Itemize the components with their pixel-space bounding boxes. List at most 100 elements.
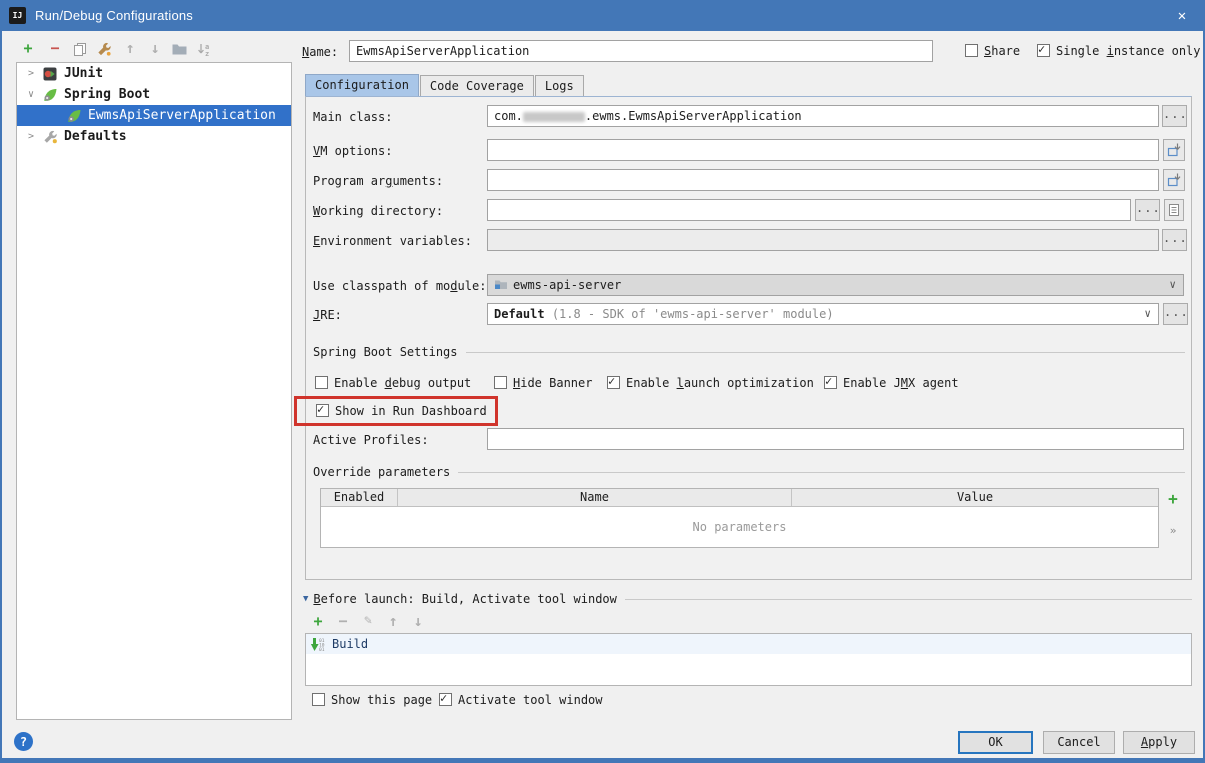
module-icon xyxy=(494,278,508,291)
add-configuration-button[interactable]: + xyxy=(18,40,38,58)
check-icon: ✓ xyxy=(317,402,324,416)
jre-browse-button[interactable]: ... xyxy=(1163,303,1188,325)
build-icon: 011001 xyxy=(310,637,327,652)
tab-code-coverage[interactable]: Code Coverage xyxy=(420,75,534,97)
run-debug-configurations-dialog: IJ Run/Debug Configurations ✕ + − ↑ ↓ az… xyxy=(0,0,1205,763)
checkbox-box[interactable]: ✓ xyxy=(439,693,452,706)
add-parameter-button[interactable]: + xyxy=(1164,489,1182,508)
active-profiles-label: Active Profiles: xyxy=(313,433,429,447)
close-button[interactable]: ✕ xyxy=(1159,0,1205,31)
chevron-down-icon[interactable]: ∨ xyxy=(1169,275,1176,295)
environment-variables-label: Environment variables: xyxy=(313,234,472,248)
enable-jmx-agent-checkbox[interactable]: ✓Enable JMX agent xyxy=(824,376,959,390)
before-launch-item-build[interactable]: 011001 Build xyxy=(306,634,1191,654)
enable-launch-optimization-checkbox[interactable]: ✓Enable launch optimization xyxy=(607,376,814,390)
override-parameters-table: Enabled Name Value No parameters xyxy=(320,488,1159,548)
classpath-module-combobox[interactable]: ewms-api-server ∨ xyxy=(487,274,1184,296)
more-actions-button[interactable]: » xyxy=(1165,524,1181,537)
move-up-button[interactable]: ↑ xyxy=(120,40,140,58)
vm-options-expand-button[interactable] xyxy=(1163,139,1185,161)
spring-boot-settings-section: Spring Boot Settings xyxy=(313,345,1185,359)
svg-text:z: z xyxy=(205,50,209,58)
defaults-wrench-icon xyxy=(43,130,58,144)
check-icon: ✓ xyxy=(1038,42,1045,56)
chevron-down-icon[interactable]: ∨ xyxy=(25,89,37,100)
program-arguments-input[interactable] xyxy=(487,169,1159,191)
section-title: Spring Boot Settings xyxy=(313,345,458,359)
main-class-browse-button[interactable]: ... xyxy=(1162,105,1187,127)
redacted-text xyxy=(523,112,585,122)
tab-bar: Configuration Code Coverage Logs xyxy=(305,74,585,97)
copy-configuration-button[interactable] xyxy=(70,40,90,58)
intellij-logo-icon: IJ xyxy=(9,7,26,24)
tree-item-label: Spring Boot xyxy=(64,87,150,102)
move-down-button[interactable]: ↓ xyxy=(145,40,165,58)
activate-tool-window-checkbox[interactable]: ✓Activate tool window xyxy=(439,693,603,707)
checkbox-box[interactable]: ✓ xyxy=(824,376,837,389)
checkbox-box[interactable]: ✓ xyxy=(316,404,329,417)
checkbox-box[interactable] xyxy=(965,44,978,57)
expand-field-icon xyxy=(1166,172,1182,188)
checkbox-box[interactable] xyxy=(315,376,328,389)
ok-button[interactable]: OK xyxy=(958,731,1033,754)
cancel-button[interactable]: Cancel xyxy=(1043,731,1115,754)
tree-item-junit[interactable]: > JUnit xyxy=(17,63,291,84)
tree-item-ewms-api-server-application[interactable]: EwmsApiServerApplication xyxy=(17,105,291,126)
working-directory-input[interactable] xyxy=(487,199,1131,221)
working-directory-browse-button[interactable]: ... xyxy=(1135,199,1160,221)
before-launch-item-label: Build xyxy=(332,637,368,651)
checkbox-box[interactable] xyxy=(312,693,325,706)
chevron-down-icon[interactable]: ∨ xyxy=(1144,304,1151,324)
before-launch-add-button[interactable]: + xyxy=(308,613,328,631)
tab-configuration[interactable]: Configuration xyxy=(305,74,419,97)
environment-variables-browse-button[interactable]: ... xyxy=(1162,229,1187,251)
before-launch-move-up-button[interactable]: ↑ xyxy=(383,613,403,631)
help-button[interactable]: ? xyxy=(14,732,33,751)
tree-item-defaults[interactable]: > Defaults xyxy=(17,126,291,147)
sort-configurations-button[interactable]: az xyxy=(194,40,214,58)
column-header-enabled[interactable]: Enabled xyxy=(321,489,398,506)
checkbox-box[interactable] xyxy=(494,376,507,389)
vm-options-input[interactable] xyxy=(487,139,1159,161)
active-profiles-input[interactable] xyxy=(487,428,1184,450)
checkbox-box[interactable]: ✓ xyxy=(607,376,620,389)
check-icon: ✓ xyxy=(825,374,832,388)
show-this-page-checkbox[interactable]: Show this page xyxy=(312,693,432,707)
tree-item-spring-boot[interactable]: ∨ Spring Boot xyxy=(17,84,291,105)
classpath-module-label: Use classpath of module: xyxy=(313,279,486,293)
share-checkbox[interactable]: Share xyxy=(965,44,1020,58)
create-folder-button[interactable] xyxy=(169,40,189,58)
remove-configuration-button[interactable]: − xyxy=(45,40,65,58)
show-in-run-dashboard-checkbox[interactable]: ✓Show in Run Dashboard xyxy=(316,404,487,418)
column-header-value[interactable]: Value xyxy=(792,489,1158,506)
check-icon: ✓ xyxy=(440,691,447,705)
column-header-name[interactable]: Name xyxy=(398,489,792,506)
single-instance-only-checkbox[interactable]: ✓Single instance only xyxy=(1037,44,1201,58)
override-parameters-section: Override parameters xyxy=(313,465,1185,479)
before-launch-edit-button[interactable]: ✎ xyxy=(358,613,378,631)
before-launch-remove-button[interactable]: − xyxy=(333,613,353,631)
name-label: Name: xyxy=(302,45,338,59)
spring-boot-icon xyxy=(43,88,58,102)
program-arguments-expand-button[interactable] xyxy=(1163,169,1185,191)
apply-button[interactable]: Apply xyxy=(1123,731,1195,754)
jre-combobox[interactable]: Default (1.8 - SDK of 'ewms-api-server' … xyxy=(487,303,1159,325)
chevron-right-icon[interactable]: > xyxy=(25,131,37,142)
edit-defaults-button[interactable] xyxy=(94,40,114,58)
before-launch-list: 011001 Build xyxy=(305,633,1192,686)
before-launch-move-down-button[interactable]: ↓ xyxy=(408,613,428,631)
section-title: Override parameters xyxy=(313,465,450,479)
program-arguments-label: Program arguments: xyxy=(313,174,443,188)
name-input[interactable]: EwmsApiServerApplication xyxy=(349,40,933,62)
check-icon: ✓ xyxy=(608,374,615,388)
tree-item-label: JUnit xyxy=(64,66,103,81)
hide-banner-checkbox[interactable]: Hide Banner xyxy=(494,376,592,390)
working-directory-macros-button[interactable] xyxy=(1164,199,1184,221)
main-class-input[interactable]: com..ewms.EwmsApiServerApplication xyxy=(487,105,1159,127)
checkbox-box[interactable]: ✓ xyxy=(1037,44,1050,57)
enable-debug-output-checkbox[interactable]: Enable debug output xyxy=(315,376,471,390)
chevron-right-icon[interactable]: > xyxy=(25,68,37,79)
tab-logs[interactable]: Logs xyxy=(535,75,584,97)
collapse-triangle-icon[interactable]: ▼ xyxy=(303,594,308,604)
environment-variables-input[interactable] xyxy=(487,229,1159,251)
